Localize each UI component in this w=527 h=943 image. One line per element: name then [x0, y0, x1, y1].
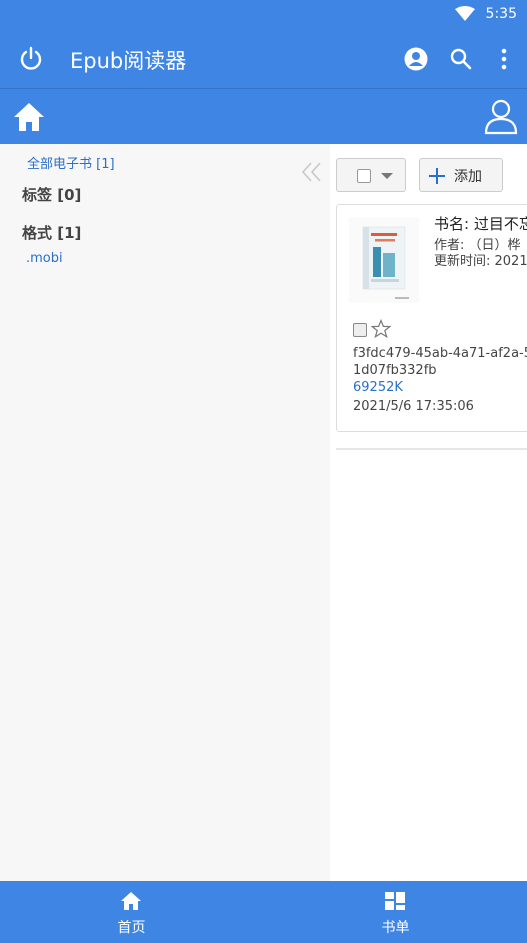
nav-bar [0, 88, 527, 144]
more-vert-icon[interactable] [495, 46, 513, 72]
book-list-panel: 添加 书名: 过目不忘 作者: （日）桦 更新时间: 2021 f3fdc479… [330, 144, 527, 881]
app-bar: Epub阅读器 [0, 30, 527, 88]
book-hash: f3fdc479-45ab-4a71-af2a-51d07fb332fb [353, 346, 527, 378]
bottom-tab-bar: 首页 书单 [0, 881, 527, 943]
select-all-dropdown[interactable] [336, 158, 406, 192]
app-title: Epub阅读器 [70, 49, 187, 73]
wifi-icon [455, 6, 475, 21]
star-icon[interactable] [371, 319, 391, 339]
formats-header[interactable]: 格式 [1] [22, 222, 81, 243]
add-button[interactable]: 添加 [419, 158, 503, 192]
tab-booklist[interactable]: 书单 [264, 881, 527, 943]
sidebar-item-format-mobi[interactable]: .mobi [26, 251, 63, 266]
book-checkbox[interactable] [353, 323, 367, 337]
list-divider [336, 448, 527, 450]
sidebar-item-all-books[interactable]: 全部电子书 [1] [27, 153, 115, 172]
sidebar: 全部电子书 [1] 标签 [0] 格式 [1] .mobi [0, 144, 330, 881]
book-cover-image[interactable] [349, 217, 419, 303]
power-icon[interactable] [18, 46, 44, 72]
grid-icon [385, 892, 405, 910]
tab-home[interactable]: 首页 [0, 881, 263, 943]
account-circle-icon[interactable] [403, 46, 429, 72]
book-updated: 更新时间: 2021 [434, 254, 527, 269]
home-icon [121, 892, 141, 910]
home-icon[interactable] [12, 100, 46, 134]
add-button-label: 添加 [454, 169, 482, 185]
book-date: 2021/5/6 17:35:06 [353, 399, 474, 414]
tags-header[interactable]: 标签 [0] [22, 184, 81, 205]
tab-home-label: 首页 [117, 920, 146, 936]
book-title[interactable]: 书名: 过目不忘 [434, 213, 527, 234]
select-all-checkbox[interactable] [357, 169, 371, 183]
user-icon[interactable] [483, 97, 519, 135]
chevron-down-icon [381, 173, 393, 179]
double-chevron-left-icon[interactable] [300, 160, 324, 184]
book-size[interactable]: 69252K [353, 380, 403, 395]
status-bar: 5:35 [0, 0, 527, 30]
status-time: 5:35 [485, 6, 517, 22]
tab-booklist-label: 书单 [381, 920, 410, 936]
plus-icon [429, 168, 445, 184]
search-icon[interactable] [448, 46, 474, 72]
book-card[interactable]: 书名: 过目不忘 作者: （日）桦 更新时间: 2021 f3fdc479-45… [336, 204, 527, 432]
